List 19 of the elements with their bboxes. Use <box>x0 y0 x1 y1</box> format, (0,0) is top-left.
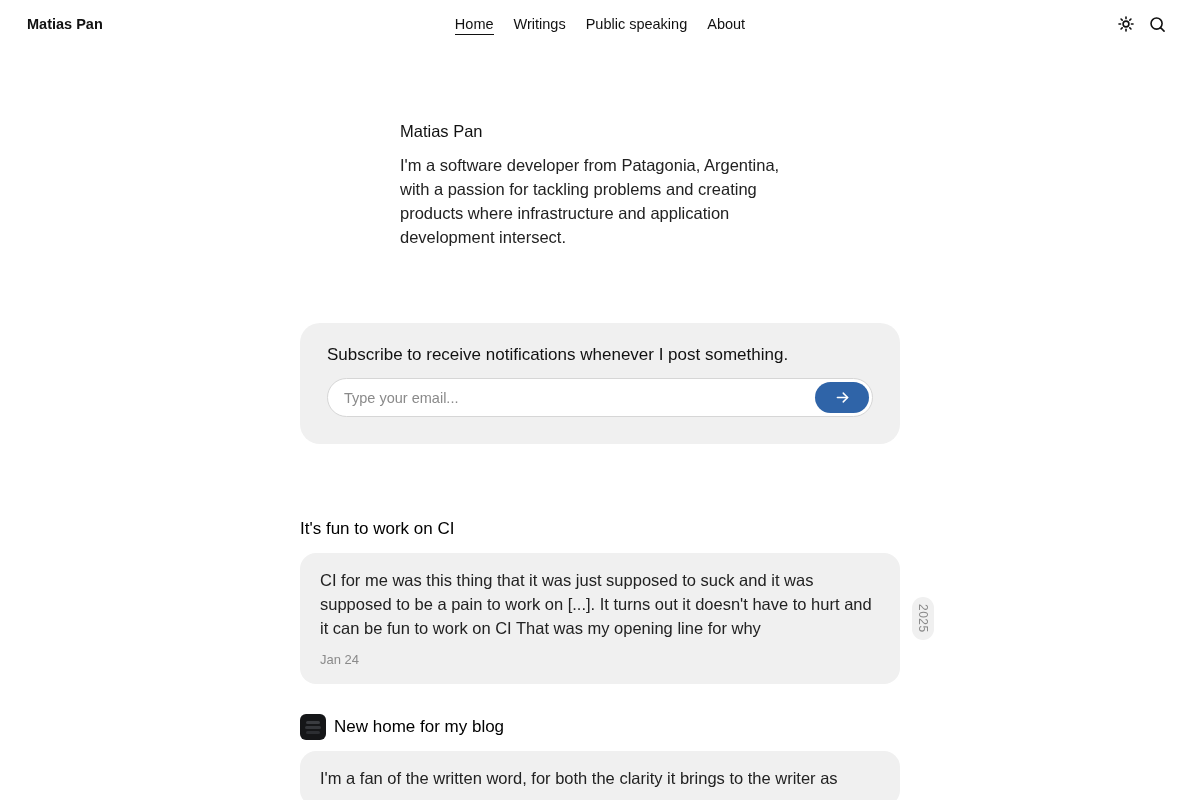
post-title[interactable]: It's fun to work on CI <box>300 519 455 539</box>
sun-icon[interactable] <box>1118 16 1134 32</box>
nav-link[interactable]: Writings <box>513 13 566 35</box>
site-name[interactable]: Matias Pan <box>27 16 103 32</box>
post-excerpt: I'm a fan of the written word, for both the clarity it brings to the writer as <box>320 768 839 789</box>
post-date: Jan 24 <box>320 652 360 667</box>
nav-link[interactable]: About <box>707 13 746 35</box>
post-card[interactable]: I'm a fan of the written word, for both the clarity it brings to the writer as <box>300 751 900 800</box>
nav-link[interactable]: Home <box>454 13 494 35</box>
subscribe-heading: Subscribe to receive notifications whenever I post something. <box>327 345 790 365</box>
search-icon[interactable] <box>1150 16 1165 32</box>
year-label: 2025 <box>912 597 934 640</box>
post-title[interactable]: New home for my blog <box>334 717 505 737</box>
arrow-right-icon <box>835 391 849 404</box>
bio-text: I'm a software developer from Patagonia, Argentina, with a passion for tackling problems and creating products where infrastructure and application development intersect. <box>400 155 781 248</box>
email-field[interactable]: Type your email... <box>327 378 873 417</box>
nav-link[interactable]: Public speaking <box>585 13 688 35</box>
author-name: Matias Pan <box>400 121 484 142</box>
post-excerpt: CI for me was this thing that it was just supposed to suck and it was supposed to be a pain to work on [...]. It turns out it doesn't have to hurt and it can be fun to work on CI That was my opening line for why <box>320 570 873 639</box>
